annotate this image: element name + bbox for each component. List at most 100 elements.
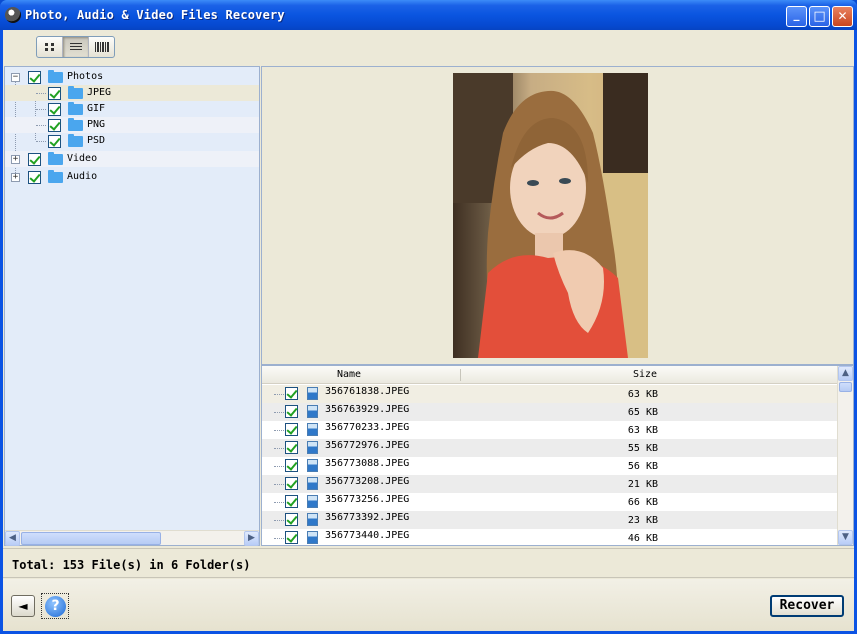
maximize-button[interactable]: □ [809, 6, 830, 27]
tree-line [36, 109, 46, 110]
file-row[interactable]: 356773088.JPEG 56 KB [262, 457, 838, 475]
folder-icon [48, 170, 63, 183]
folder-icon [68, 86, 83, 99]
image-file-icon [307, 459, 318, 472]
portrait-photo [453, 73, 648, 358]
tree-item-audio[interactable]: + Audio [5, 169, 259, 185]
file-name: 356773088.JPEG [325, 458, 410, 469]
video-checkbox[interactable] [28, 153, 41, 166]
psd-checkbox[interactable] [48, 135, 61, 148]
back-button[interactable]: ◄ [11, 595, 35, 617]
tree-item-png[interactable]: PNG [5, 117, 259, 133]
tree-item-photos[interactable]: − Photos [5, 69, 259, 85]
image-file-icon [307, 441, 318, 454]
folder-icon [68, 118, 83, 131]
tree-line [36, 125, 46, 126]
tree-item-jpeg[interactable]: JPEG [5, 85, 259, 101]
folder-icon [68, 134, 83, 147]
file-checkbox[interactable] [285, 387, 298, 400]
folder-icon [48, 70, 63, 83]
image-file-icon [307, 531, 318, 544]
file-row[interactable]: 356763929.JPEG 65 KB [262, 403, 838, 421]
file-name: 356761838.JPEG [325, 386, 410, 397]
file-checkbox[interactable] [285, 423, 298, 436]
scroll-left-icon[interactable]: ◀ [5, 531, 20, 546]
client-area: − Photos JPEG GIF PNG PSD + Video + Audi… [3, 30, 854, 631]
file-checkbox[interactable] [285, 441, 298, 454]
file-row[interactable]: 356761838.JPEG 63 KB [262, 385, 838, 403]
file-row[interactable]: 356773256.JPEG 66 KB [262, 493, 838, 511]
image-file-icon [307, 423, 318, 436]
column-header-name[interactable]: Name [337, 369, 361, 380]
tree-item-video[interactable]: + Video [5, 151, 259, 167]
collapse-icon[interactable]: − [11, 73, 20, 82]
file-list-header: Name Size [262, 366, 838, 384]
file-size: 56 KB [627, 461, 658, 472]
png-checkbox[interactable] [48, 119, 61, 132]
minimize-button[interactable]: _ [786, 6, 807, 27]
file-row[interactable]: 356773392.JPEG 23 KB [262, 511, 838, 529]
file-checkbox[interactable] [285, 477, 298, 490]
minimize-icon: _ [793, 7, 800, 21]
file-checkbox[interactable] [285, 531, 298, 544]
file-checkbox[interactable] [285, 495, 298, 508]
scroll-up-icon[interactable]: ▲ [838, 366, 853, 381]
recover-button[interactable]: Recover [770, 595, 844, 617]
maximize-icon: □ [813, 9, 826, 24]
tree-item-label: Video [67, 153, 98, 164]
tree-line [36, 93, 46, 94]
list-icon [70, 43, 82, 52]
column-separator[interactable] [460, 369, 461, 381]
tree-item-gif[interactable]: GIF [5, 101, 259, 117]
photos-checkbox[interactable] [28, 71, 41, 84]
image-preview-panel [261, 66, 854, 365]
file-size: 65 KB [627, 407, 658, 418]
list-view-button[interactable] [63, 37, 89, 57]
scroll-thumb[interactable] [21, 532, 161, 545]
filmstrip-view-button[interactable] [89, 37, 114, 57]
expand-icon[interactable]: + [11, 173, 20, 182]
file-name: 356773440.JPEG [325, 530, 410, 541]
file-size: 23 KB [627, 515, 658, 526]
window-title: Photo, Audio & Video Files Recovery [25, 8, 285, 22]
file-name: 356773256.JPEG [325, 494, 410, 505]
folder-icon [48, 152, 63, 165]
expand-icon[interactable]: + [11, 155, 20, 164]
file-size: 21 KB [627, 479, 658, 490]
file-row[interactable]: 356773208.JPEG 21 KB [262, 475, 838, 493]
file-name: 356772976.JPEG [325, 440, 410, 451]
file-name: 356770233.JPEG [325, 422, 410, 433]
scroll-right-icon[interactable]: ▶ [244, 531, 259, 546]
close-button[interactable]: ✕ [832, 6, 853, 27]
file-name: 356773392.JPEG [325, 512, 410, 523]
folder-tree: − Photos JPEG GIF PNG PSD + Video + Audi… [4, 66, 260, 546]
scroll-thumb[interactable] [839, 382, 852, 392]
file-list-vertical-scrollbar[interactable]: ▲ ▼ [837, 366, 853, 545]
title-bar[interactable]: Photo, Audio & Video Files Recovery _ □ … [0, 0, 857, 30]
file-checkbox[interactable] [285, 513, 298, 526]
preview-image [453, 73, 648, 358]
file-size: 46 KB [627, 533, 658, 544]
scroll-down-icon[interactable]: ▼ [838, 530, 853, 545]
column-header-size[interactable]: Size [633, 369, 657, 380]
file-checkbox[interactable] [285, 405, 298, 418]
thumbnail-view-button[interactable] [37, 37, 63, 57]
file-checkbox[interactable] [285, 459, 298, 472]
audio-checkbox[interactable] [28, 171, 41, 184]
file-size: 55 KB [627, 443, 658, 454]
tree-item-label: GIF [87, 103, 106, 114]
tree-item-psd[interactable]: PSD [5, 133, 259, 149]
tree-item-label: PNG [87, 119, 106, 130]
status-bar: Total: 153 File(s) in 6 Folder(s) [3, 548, 854, 578]
file-row[interactable]: 356773440.JPEG 46 KB [262, 529, 838, 547]
file-row[interactable]: 356772976.JPEG 55 KB [262, 439, 838, 457]
close-icon: ✕ [837, 9, 848, 23]
tree-horizontal-scrollbar[interactable]: ◀ ▶ [5, 530, 259, 546]
help-button[interactable]: ? [41, 593, 69, 619]
file-row[interactable]: 356770233.JPEG 63 KB [262, 421, 838, 439]
jpeg-checkbox[interactable] [48, 87, 61, 100]
gif-checkbox[interactable] [48, 103, 61, 116]
back-arrow-icon: ◄ [18, 599, 28, 613]
image-file-icon [307, 477, 318, 490]
help-icon: ? [45, 596, 66, 617]
